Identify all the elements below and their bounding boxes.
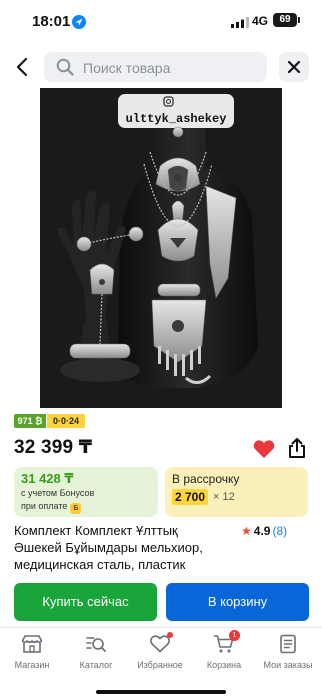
heart-icon	[253, 440, 275, 458]
search-input[interactable]: Поиск товара	[44, 52, 267, 82]
bottom-tab-bar: Магазин Каталог Избранное 1 Корзина Мои …	[0, 627, 322, 698]
tab-catalog[interactable]: Каталог	[64, 634, 128, 670]
store-icon	[21, 634, 43, 654]
battery-tip	[298, 17, 300, 23]
installment-badge: 0·0·24	[47, 414, 85, 428]
bonus-price: 31 428 ₸	[21, 471, 74, 486]
bonus-payment-note: при оплате Б	[21, 501, 82, 514]
installment-title: В рассрочку	[172, 472, 240, 486]
search-icon	[56, 58, 74, 81]
back-button[interactable]	[10, 54, 36, 80]
location-arrow-icon	[72, 15, 86, 29]
share-icon	[289, 438, 305, 458]
battery-icon: 69	[273, 13, 297, 27]
signal-icon	[231, 15, 249, 33]
product-rating[interactable]: ★ 4.9 (8)	[241, 524, 287, 538]
top-navigation: Поиск товара	[0, 46, 322, 88]
add-to-cart-button[interactable]: В корзину	[166, 583, 309, 621]
tab-label: Избранное	[137, 660, 183, 670]
bonus-badge: 971 ₿	[14, 414, 46, 428]
heart-outline-icon	[149, 632, 173, 654]
search-placeholder: Поиск товара	[83, 60, 171, 76]
status-time: 18:01	[32, 13, 71, 30]
favorite-button[interactable]	[253, 439, 275, 464]
buy-now-button[interactable]: Купить сейчас	[14, 583, 157, 621]
cart-count-badge: 1	[229, 630, 240, 641]
tab-cart[interactable]: 1 Корзина	[192, 630, 256, 670]
tab-label: Мои заказы	[263, 660, 313, 670]
notification-dot	[167, 632, 173, 638]
product-price: 32 399 ₸	[14, 437, 93, 458]
catalog-search-icon	[85, 634, 107, 654]
status-bar: 18:01 4G 69	[0, 0, 322, 46]
tab-my-orders[interactable]: Мои заказы	[256, 634, 320, 670]
review-count-link[interactable]: (8)	[272, 524, 287, 538]
product-title-line-3: медицинская сталь, пластик	[14, 557, 186, 572]
close-icon	[287, 60, 301, 74]
bonus-price-card[interactable]: 31 428 ₸ с учетом Бонусов при оплате Б	[14, 467, 158, 517]
star-icon: ★	[241, 524, 252, 538]
product-image[interactable]: ulttyk_ashekey	[40, 88, 282, 408]
tab-store[interactable]: Магазин	[0, 634, 64, 670]
product-title-line-1: Комплект Комплект Ұлттық	[14, 523, 178, 538]
bonus-note: с учетом Бонусов	[21, 488, 95, 498]
watermark-text: ulttyk_ashekey	[126, 112, 227, 126]
tab-favorites[interactable]: Избранное	[128, 632, 192, 670]
tab-label: Каталог	[79, 660, 113, 670]
orders-icon	[277, 634, 299, 654]
cart-icon: 1	[213, 630, 240, 654]
product-title-line-2: Әшекей Бұйымдары мельхиор,	[14, 540, 203, 555]
installment-multiplier: × 12	[213, 491, 235, 503]
tab-label: Магазин	[14, 660, 50, 670]
close-button[interactable]	[279, 52, 309, 82]
tab-label: Корзина	[206, 660, 242, 670]
rating-value: 4.9	[253, 524, 271, 538]
chevron-left-icon	[16, 57, 28, 77]
installment-card[interactable]: В рассрочку 2 700 × 12	[165, 467, 308, 517]
bonus-coin-icon: Б	[70, 503, 82, 514]
home-indicator	[96, 690, 226, 694]
network-type: 4G	[252, 14, 269, 28]
installment-amount: 2 700	[172, 489, 209, 505]
share-button[interactable]	[287, 437, 307, 464]
